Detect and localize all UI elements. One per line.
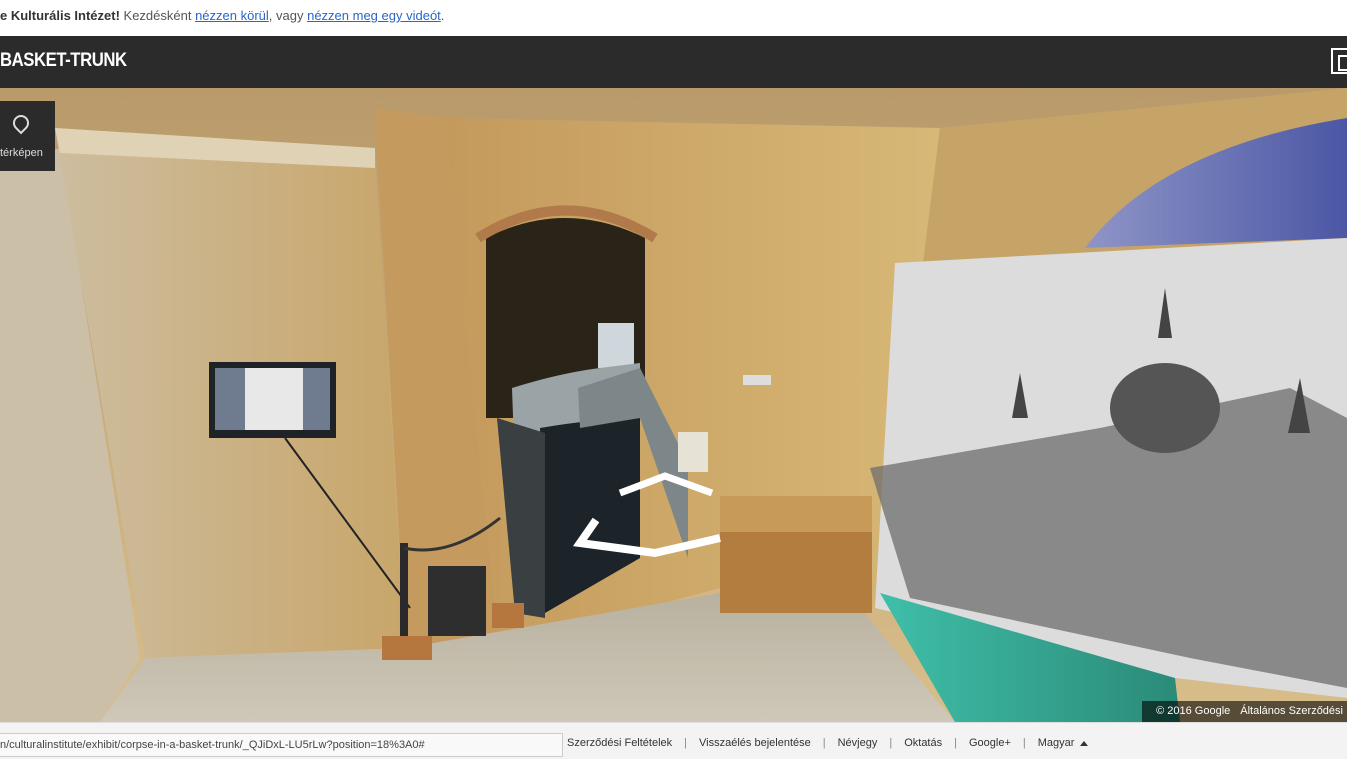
- footer-link-about[interactable]: Névjegy: [838, 737, 878, 749]
- institute-name: e Kulturális Intézet!: [0, 8, 120, 23]
- top-notice: e Kulturális Intézet! Kezdésként nézzen …: [0, 0, 1347, 36]
- watch-video-link[interactable]: nézzen meg egy videót: [307, 8, 441, 23]
- fullscreen-icon[interactable]: [1331, 48, 1347, 74]
- notice-text-2: , vagy: [268, 8, 308, 23]
- look-around-link[interactable]: nézzen körül: [195, 8, 269, 23]
- map-pin-icon: [9, 111, 33, 135]
- map-copyright: © 2016 Google Általános Szerződési: [1142, 701, 1347, 722]
- panorama-image: [0, 88, 1347, 722]
- notice-text-1: Kezdésként: [119, 8, 196, 23]
- footer: n/culturalinstitute/exhibit/corpse-in-a-…: [0, 722, 1347, 759]
- copyright-text: © 2016 Google: [1156, 705, 1231, 717]
- footer-link-education[interactable]: Oktatás: [904, 737, 942, 749]
- footer-link-terms[interactable]: Szerződési Feltételek: [567, 737, 672, 749]
- terms-link[interactable]: Általános Szerződési: [1240, 705, 1343, 717]
- title-bar: BASKET-TRUNK: [0, 36, 1347, 88]
- footer-language-select[interactable]: Magyar: [1038, 737, 1075, 749]
- footer-link-google-plus[interactable]: Google+: [969, 737, 1011, 749]
- street-view-panorama[interactable]: térképen © 2016 Google Általános Szerződé…: [0, 88, 1347, 722]
- map-button[interactable]: térképen: [0, 101, 55, 171]
- footer-links: Szerződési Feltételek | Visszaélés bejelen…: [567, 737, 1089, 749]
- map-button-label: térképen: [0, 147, 43, 159]
- caret-up-icon: [1080, 740, 1089, 746]
- notice-text-3: .: [440, 8, 445, 23]
- footer-link-report-abuse[interactable]: Visszaélés bejelentése: [699, 737, 811, 749]
- page-title: BASKET-TRUNK: [0, 50, 127, 71]
- status-url: n/culturalinstitute/exhibit/corpse-in-a-…: [0, 733, 563, 757]
